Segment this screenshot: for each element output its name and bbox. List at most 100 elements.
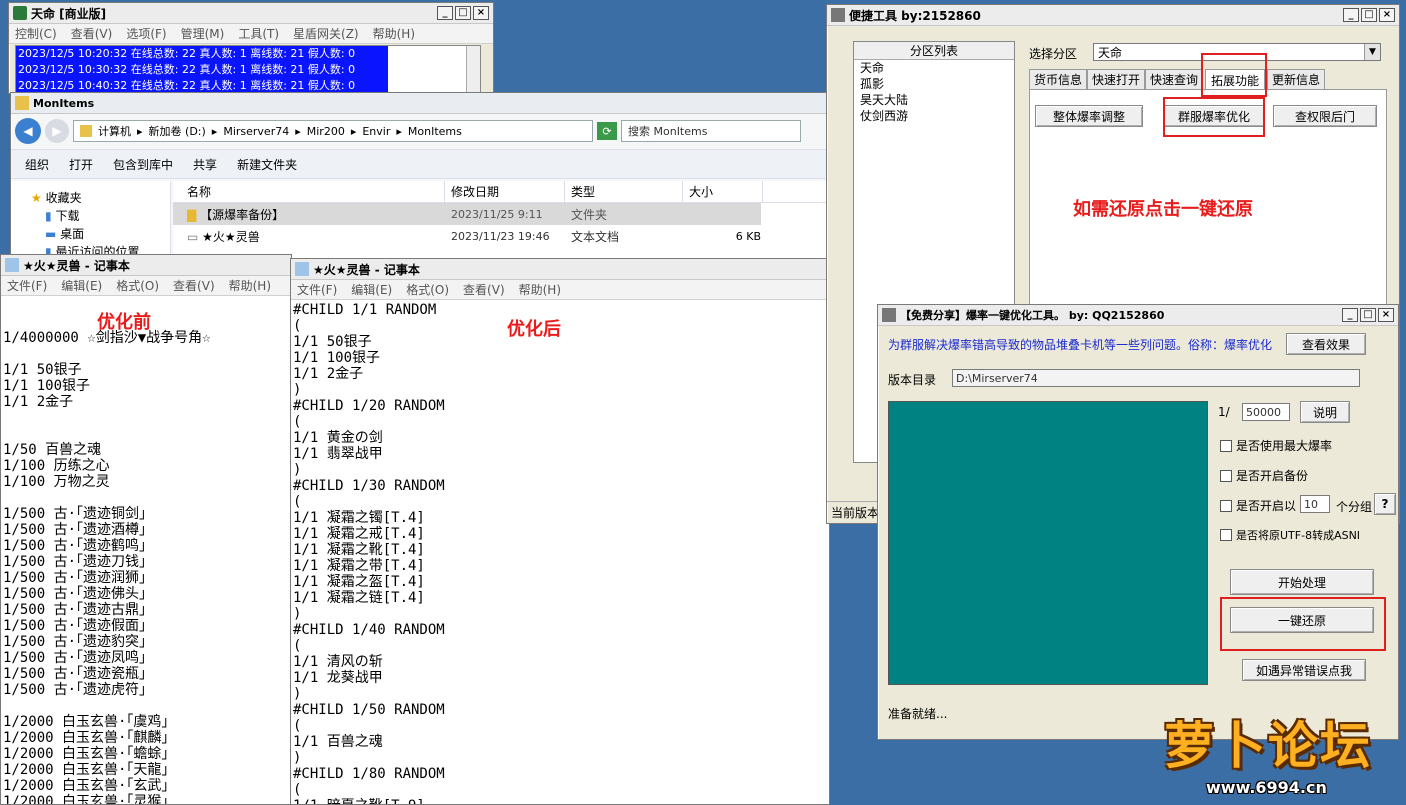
partition-item[interactable]: 昊天大陆 bbox=[854, 92, 1014, 108]
partition-item[interactable]: 孤影 bbox=[854, 76, 1014, 92]
menu-help[interactable]: 帮助(H) bbox=[229, 277, 271, 294]
checkbox-box[interactable] bbox=[1220, 529, 1232, 541]
explain-button[interactable]: 说明 bbox=[1300, 401, 1350, 423]
menu-edit[interactable]: 编辑(E) bbox=[61, 277, 102, 294]
app-icon bbox=[13, 6, 27, 20]
breadcrumb-item[interactable]: Envir bbox=[362, 125, 390, 138]
checkbox-box[interactable] bbox=[1220, 469, 1232, 482]
column-type[interactable]: 类型 bbox=[565, 181, 683, 202]
menu-file[interactable]: 文件(F) bbox=[7, 277, 47, 294]
nav-favorites[interactable]: ★ 收藏夹 bbox=[31, 189, 82, 206]
partition-header: 分区列表 bbox=[854, 42, 1014, 60]
dir-input[interactable]: D:\Mirserver74 bbox=[952, 369, 1360, 387]
title-bar[interactable]: ★火★灵兽 - 记事本 bbox=[1, 255, 291, 276]
text-file-icon: ▭ bbox=[187, 229, 199, 244]
checkbox-box[interactable] bbox=[1220, 439, 1232, 452]
text-line: ) bbox=[293, 686, 302, 702]
open-button[interactable]: 打开 bbox=[69, 156, 93, 173]
refresh-icon[interactable]: ⟳ bbox=[597, 122, 617, 140]
rate-input[interactable]: 50000 bbox=[1242, 403, 1290, 421]
breadcrumb[interactable]: 计算机 ▸ 新加卷 (D:) ▸ Mirserver74 ▸ Mir200 ▸ Envi… bbox=[73, 120, 593, 142]
breadcrumb-item[interactable]: Mir200 bbox=[307, 125, 345, 138]
breadcrumb-item[interactable]: MonItems bbox=[408, 125, 462, 138]
close-button[interactable]: × bbox=[1378, 308, 1394, 322]
file-row[interactable]: ▇ 【源爆率备份】 2023/11/25 9:11 文件夹 bbox=[173, 203, 761, 225]
breadcrumb-item[interactable]: Mirserver74 bbox=[223, 125, 289, 138]
title-bar[interactable]: MonItems bbox=[11, 93, 829, 114]
text-line: 1/50 百兽之魂 bbox=[3, 442, 102, 458]
title-bar[interactable]: ★火★灵兽 - 记事本 bbox=[291, 259, 829, 280]
include-library-button[interactable]: 包含到库中 bbox=[113, 156, 173, 173]
close-button[interactable]: × bbox=[473, 6, 489, 20]
forward-icon[interactable]: ▶ bbox=[45, 119, 69, 143]
text-area[interactable]: #CHILD 1/1 RANDOM(1/1 50银子 1/1 100银子 1/1 2… bbox=[291, 302, 829, 804]
maximize-button[interactable]: □ bbox=[1361, 8, 1377, 22]
nav-downloads[interactable]: ▮ 下载 bbox=[45, 207, 79, 224]
help-button[interactable]: ? bbox=[1374, 493, 1396, 515]
back-icon[interactable]: ◀ bbox=[15, 118, 41, 144]
close-button[interactable]: × bbox=[1379, 8, 1395, 22]
utf8-convert-checkbox[interactable]: 是否将原UTF-8转成ASNI bbox=[1220, 527, 1360, 543]
column-size[interactable]: 大小 bbox=[683, 181, 763, 202]
window-title: 天命 [商业版] bbox=[31, 6, 107, 21]
enable-backup-checkbox[interactable]: 是否开启备份 bbox=[1220, 467, 1308, 484]
log-area[interactable]: 2023/12/5 10:20:32 在线总数: 22 真人数: 1 离线数: … bbox=[15, 45, 481, 93]
nav-desktop[interactable]: ▬ 桌面 bbox=[45, 225, 84, 242]
error-help-button[interactable]: 如遇异常错误点我 bbox=[1242, 659, 1366, 681]
menu-file[interactable]: 文件(F) bbox=[297, 281, 337, 298]
check-backdoor-button[interactable]: 查权限后门 bbox=[1273, 105, 1377, 127]
text-area[interactable]: 1/4000000 ☆剑指沙▼战争号角☆ 1/1 50银子 1/1 100银子 1/1… bbox=[1, 298, 291, 804]
menu-view[interactable]: 查看(V) bbox=[71, 25, 113, 42]
column-date[interactable]: 修改日期 bbox=[445, 181, 565, 202]
minimize-button[interactable]: _ bbox=[437, 6, 453, 20]
view-effect-button[interactable]: 查看效果 bbox=[1286, 333, 1366, 355]
group-count-input[interactable]: 10 bbox=[1300, 495, 1330, 513]
tab-extensions[interactable]: 拓展功能 bbox=[1205, 69, 1265, 91]
title-bar[interactable]: 便捷工具 by:2152860 _ □ × bbox=[827, 5, 1399, 26]
menu-manage[interactable]: 管理(M) bbox=[181, 25, 225, 42]
use-max-rate-checkbox[interactable]: 是否使用最大爆率 bbox=[1220, 437, 1332, 454]
menu-help[interactable]: 帮助(H) bbox=[519, 281, 561, 298]
menu-help[interactable]: 帮助(H) bbox=[373, 25, 415, 42]
share-button[interactable]: 共享 bbox=[193, 156, 217, 173]
minimize-button[interactable]: _ bbox=[1342, 308, 1358, 322]
tab-updates[interactable]: 更新信息 bbox=[1267, 69, 1325, 89]
breadcrumb-item[interactable]: 新加卷 (D:) bbox=[149, 123, 206, 139]
new-folder-button[interactable]: 新建文件夹 bbox=[237, 156, 297, 173]
file-row[interactable]: ▭ ★火★灵兽 2023/11/23 19:46 文本文档 6 KB bbox=[173, 225, 761, 247]
menu-tools[interactable]: 工具(T) bbox=[238, 25, 279, 42]
overall-rate-button[interactable]: 整体爆率调整 bbox=[1035, 105, 1143, 127]
menu-gateway[interactable]: 星盾网关(Z) bbox=[293, 25, 359, 42]
maximize-button[interactable]: □ bbox=[455, 6, 471, 20]
menu-options[interactable]: 选项(F) bbox=[126, 25, 166, 42]
notepad-before-window: ★火★灵兽 - 记事本 文件(F) 编辑(E) 格式(O) 查看(V) 帮助(H… bbox=[0, 254, 292, 805]
partition-item[interactable]: 天命 bbox=[854, 60, 1014, 76]
menu-format[interactable]: 格式(O) bbox=[406, 281, 449, 298]
chevron-down-icon[interactable]: ▼ bbox=[1364, 44, 1380, 60]
organize-button[interactable]: 组织 bbox=[25, 156, 49, 173]
title-bar[interactable]: 【免费分享】爆率一键优化工具。 by: QQ2152860 _ □ × bbox=[878, 305, 1398, 326]
minimize-button[interactable]: _ bbox=[1343, 8, 1359, 22]
enable-group-checkbox[interactable]: 是否开启以 bbox=[1220, 497, 1296, 514]
text-line: 1/500 古·「遗迹鹤鸣」 bbox=[3, 538, 154, 554]
menu-view[interactable]: 查看(V) bbox=[463, 281, 505, 298]
start-button[interactable]: 开始处理 bbox=[1230, 569, 1374, 595]
menu-edit[interactable]: 编辑(E) bbox=[351, 281, 392, 298]
search-input[interactable]: 搜索 MonItems bbox=[621, 120, 801, 142]
partition-item[interactable]: 仗剑西游 bbox=[854, 108, 1014, 124]
checkbox-box[interactable] bbox=[1220, 499, 1232, 512]
partition-select[interactable]: 天命 ▼ bbox=[1093, 43, 1381, 61]
maximize-button[interactable]: □ bbox=[1360, 308, 1376, 322]
menu-format[interactable]: 格式(O) bbox=[116, 277, 159, 294]
menu-view[interactable]: 查看(V) bbox=[173, 277, 215, 294]
group-rate-optimize-button[interactable]: 群服爆率优化 bbox=[1163, 105, 1265, 127]
column-name[interactable]: 名称 bbox=[173, 181, 445, 202]
tab-quick-query[interactable]: 快速查询 bbox=[1145, 69, 1203, 89]
tab-currency[interactable]: 货币信息 bbox=[1029, 69, 1087, 89]
title-bar[interactable]: 天命 [商业版] _ □ × bbox=[9, 3, 493, 24]
menu-control[interactable]: 控制(C) bbox=[15, 25, 57, 42]
restore-button[interactable]: 一键还原 bbox=[1230, 607, 1374, 633]
tab-quick-open[interactable]: 快速打开 bbox=[1087, 69, 1145, 89]
log-scrollbar[interactable] bbox=[466, 46, 480, 92]
breadcrumb-item[interactable]: 计算机 bbox=[98, 123, 131, 139]
